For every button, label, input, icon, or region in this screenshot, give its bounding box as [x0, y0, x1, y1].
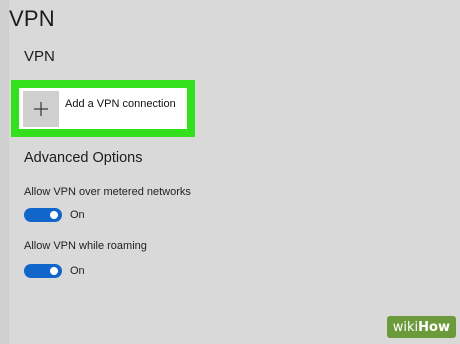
plus-icon — [23, 90, 59, 127]
window-edge — [0, 0, 9, 344]
watermark-how: How — [418, 319, 450, 335]
page-title: VPN — [9, 6, 55, 31]
metered-networks-toggle[interactable] — [24, 208, 62, 222]
watermark-wiki: wiki — [392, 319, 419, 335]
metered-networks-label: Allow VPN over metered networks — [24, 186, 191, 198]
advanced-options-heading: Advanced Options — [24, 150, 143, 166]
vpn-section-heading: VPN — [24, 48, 55, 65]
metered-networks-state: On — [70, 209, 85, 221]
roaming-toggle[interactable] — [24, 264, 62, 278]
roaming-label: Allow VPN while roaming — [24, 240, 147, 252]
add-vpn-connection-label: Add a VPN connection — [65, 97, 176, 110]
wikihow-watermark: wiki How — [386, 316, 456, 338]
add-vpn-connection-button[interactable]: Add a VPN connection — [19, 88, 187, 129]
roaming-state: On — [70, 265, 85, 277]
add-vpn-highlight: Add a VPN connection — [11, 80, 195, 137]
toggle-knob — [50, 267, 58, 275]
toggle-knob — [50, 211, 58, 219]
